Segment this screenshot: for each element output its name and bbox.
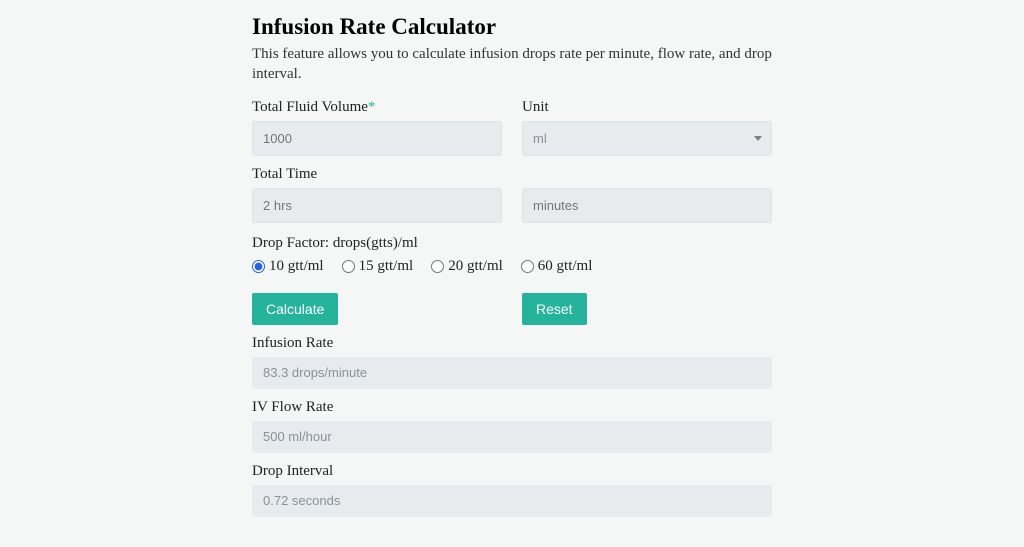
dropfactor-radio[interactable] [252,260,265,273]
infusion-rate-value: 83.3 drops/minute [252,357,772,389]
drop-interval-value: 0.72 seconds [252,485,772,517]
page-title: Infusion Rate Calculator [252,14,772,40]
infusion-rate-label: Infusion Rate [252,335,772,352]
drop-interval-label: Drop Interval [252,463,772,480]
page-subtitle: This feature allows you to calculate inf… [252,44,772,85]
dropfactor-radio[interactable] [431,260,444,273]
time-minutes-input[interactable] [522,188,772,223]
dropfactor-option-10[interactable]: 10 gtt/ml [252,258,324,275]
flow-rate-value: 500 ml/hour [252,421,772,453]
required-mark: * [368,99,376,115]
dropfactor-radio[interactable] [521,260,534,273]
time-minutes-spacer [522,166,772,183]
dropfactor-radios: 10 gtt/ml 15 gtt/ml 20 gtt/ml 60 gtt/ml [252,258,772,275]
dropfactor-radio[interactable] [342,260,355,273]
dropfactor-option-20[interactable]: 20 gtt/ml [431,258,503,275]
unit-label: Unit [522,99,772,116]
time-label: Total Time [252,166,502,183]
calculate-button[interactable]: Calculate [252,293,338,325]
flow-rate-label: IV Flow Rate [252,399,772,416]
dropfactor-option-60[interactable]: 60 gtt/ml [521,258,593,275]
volume-input[interactable] [252,121,502,156]
dropfactor-option-15[interactable]: 15 gtt/ml [342,258,414,275]
time-hours-input[interactable] [252,188,502,223]
volume-label: Total Fluid Volume* [252,99,502,116]
dropfactor-label: Drop Factor: drops(gtts)/ml [252,235,772,252]
reset-button[interactable]: Reset [522,293,587,325]
unit-select[interactable]: ml [522,121,772,156]
